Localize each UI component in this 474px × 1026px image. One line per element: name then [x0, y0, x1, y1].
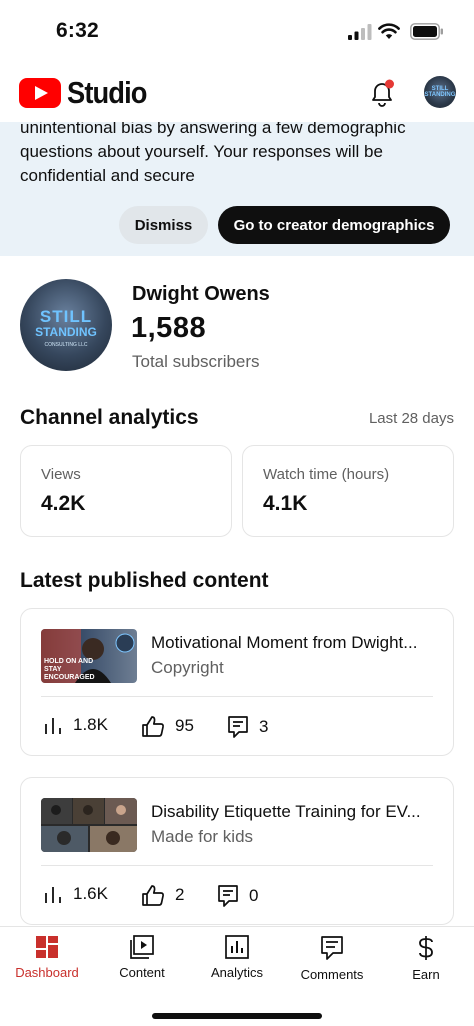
dismiss-button[interactable]: Dismiss: [119, 206, 208, 244]
comments-count: 3: [259, 717, 269, 736]
nav-label: Earn: [412, 967, 440, 982]
likes-count: 95: [175, 716, 194, 735]
views-icon: [45, 718, 61, 734]
nav-label: Comments: [300, 967, 364, 982]
views-label: Views: [41, 466, 81, 483]
nav-dashboard[interactable]: Dashboard: [2, 935, 92, 980]
thumbnail-image: [41, 798, 137, 852]
views-count: 1.6K: [73, 884, 108, 903]
subscriber-label: Total subscribers: [132, 352, 260, 371]
comments-stat: 3: [227, 715, 268, 739]
avatar-line-3: CONSULTING LLC: [44, 342, 88, 348]
home-indicator[interactable]: [152, 1013, 322, 1019]
studio-logo[interactable]: Studio: [19, 75, 157, 110]
video-title[interactable]: Disability Etiquette Training for EV...: [151, 802, 441, 822]
comments-icon: [321, 936, 343, 960]
comments-count: 0: [249, 886, 259, 905]
logo-text: Studio: [67, 75, 147, 110]
channel-analytics-title: Channel analytics: [20, 406, 199, 429]
comments-stat: 0: [217, 884, 258, 908]
watch-time-label: Watch time (hours): [263, 466, 390, 483]
bottom-nav: Dashboard Content Analytics Comments Ear…: [0, 926, 474, 1026]
status-time: 6:32: [56, 19, 99, 42]
latest-content-title: Latest published content: [20, 569, 269, 592]
comment-icon: [228, 716, 248, 738]
nav-label: Dashboard: [15, 965, 79, 980]
video-status: Made for kids: [151, 827, 254, 846]
content-icon: [130, 935, 154, 959]
dashboard-icon: [36, 936, 58, 958]
watch-time-card[interactable]: Watch time (hours) 4.1K: [242, 445, 454, 537]
views-stat: 1.8K: [43, 715, 108, 735]
views-card[interactable]: Views 4.2K: [20, 445, 232, 537]
video-status: Copyright: [151, 658, 224, 677]
video-title[interactable]: Motivational Moment from Dwight...: [151, 633, 441, 653]
nav-analytics[interactable]: Analytics: [192, 935, 282, 980]
views-icon: [45, 887, 61, 903]
comment-icon: [218, 885, 238, 907]
video-thumbnail[interactable]: HOLD ON AND STAY ENCOURAGED: [41, 629, 137, 683]
thumbnail-text: HOLD ON AND STAY ENCOURAGED: [44, 658, 95, 681]
avatar-line-1: STILL: [39, 307, 93, 326]
nav-comments[interactable]: Comments: [287, 935, 377, 982]
status-bar: 6:32: [0, 0, 474, 64]
banner-text: unintentional bias by answering a few de…: [20, 118, 406, 185]
earn-icon: [419, 936, 433, 960]
likes-stat: 2: [141, 884, 184, 906]
avatar-text: STILL STANDING: [424, 86, 456, 98]
nav-earn[interactable]: Earn: [381, 935, 471, 982]
subscriber-count: 1,588: [131, 312, 207, 344]
views-stat: 1.6K: [43, 884, 108, 904]
analytics-range: Last 28 days: [368, 410, 454, 427]
analytics-icon: [225, 935, 249, 959]
views-count: 1.8K: [73, 715, 108, 734]
go-to-creator-demographics-button[interactable]: Go to creator demographics: [218, 206, 450, 244]
avatar-line-2: STANDING: [35, 325, 97, 339]
nav-content[interactable]: Content: [97, 935, 187, 980]
battery-icon: [410, 23, 443, 40]
channel-name: Dwight Owens: [132, 283, 270, 305]
video-card[interactable]: Disability Etiquette Training for EV... …: [20, 777, 454, 925]
account-avatar[interactable]: STILL STANDING: [424, 76, 456, 108]
video-card[interactable]: HOLD ON AND STAY ENCOURAGED Motivational…: [20, 608, 454, 756]
demographics-banner: unintentional bias by answering a few de…: [0, 110, 474, 256]
youtube-play-icon: [19, 78, 61, 108]
video-thumbnail[interactable]: [41, 798, 137, 852]
channel-avatar[interactable]: STILL STANDING CONSULTING LLC: [20, 279, 112, 371]
cellular-signal-icon: [348, 24, 372, 40]
views-value: 4.2K: [41, 492, 86, 515]
likes-stat: 95: [141, 715, 194, 737]
nav-label: Analytics: [210, 965, 264, 980]
notification-bell-icon[interactable]: [368, 78, 396, 108]
thumbs-up-icon: [142, 716, 164, 737]
divider: [41, 865, 433, 866]
watch-time-value: 4.1K: [263, 492, 308, 515]
thumbs-up-icon: [142, 885, 164, 906]
app-header: Studio STILL STANDING: [0, 64, 474, 122]
likes-count: 2: [175, 885, 185, 904]
divider: [41, 696, 433, 697]
nav-label: Content: [119, 965, 165, 980]
wifi-icon: [378, 23, 400, 39]
